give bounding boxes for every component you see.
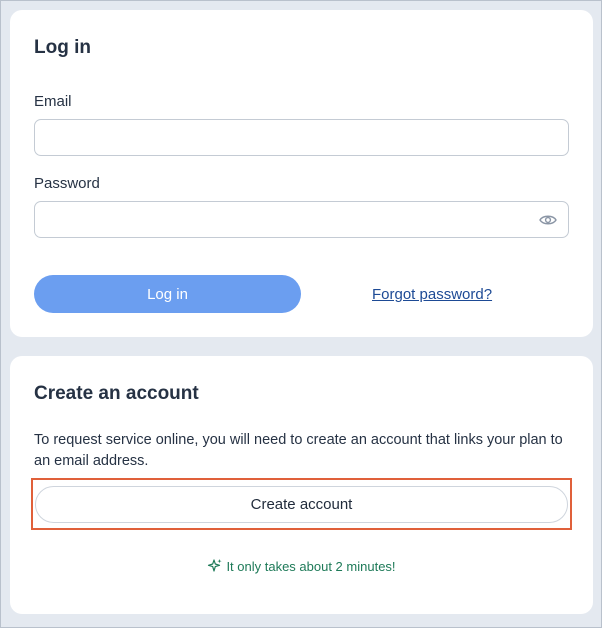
email-label: Email	[34, 93, 72, 110]
password-label: Password	[34, 175, 100, 192]
eye-icon[interactable]	[538, 211, 558, 229]
login-title: Log in	[34, 37, 91, 58]
password-field[interactable]	[34, 201, 569, 238]
time-note: It only takes about 2 minutes!	[10, 558, 593, 574]
email-field[interactable]	[34, 119, 569, 156]
create-account-title: Create an account	[34, 383, 199, 404]
create-account-description: To request service online, you will need…	[34, 432, 563, 469]
create-account-button[interactable]: Create account	[35, 486, 568, 523]
sparkle-icon	[207, 558, 223, 574]
login-card: Log in Email Password Log in Forgot pass…	[10, 10, 593, 337]
forgot-password-link[interactable]: Forgot password?	[372, 286, 492, 303]
create-account-card: Create an account To request service onl…	[10, 356, 593, 614]
time-note-text: It only takes about 2 minutes!	[226, 558, 396, 574]
login-button[interactable]: Log in	[34, 275, 301, 313]
